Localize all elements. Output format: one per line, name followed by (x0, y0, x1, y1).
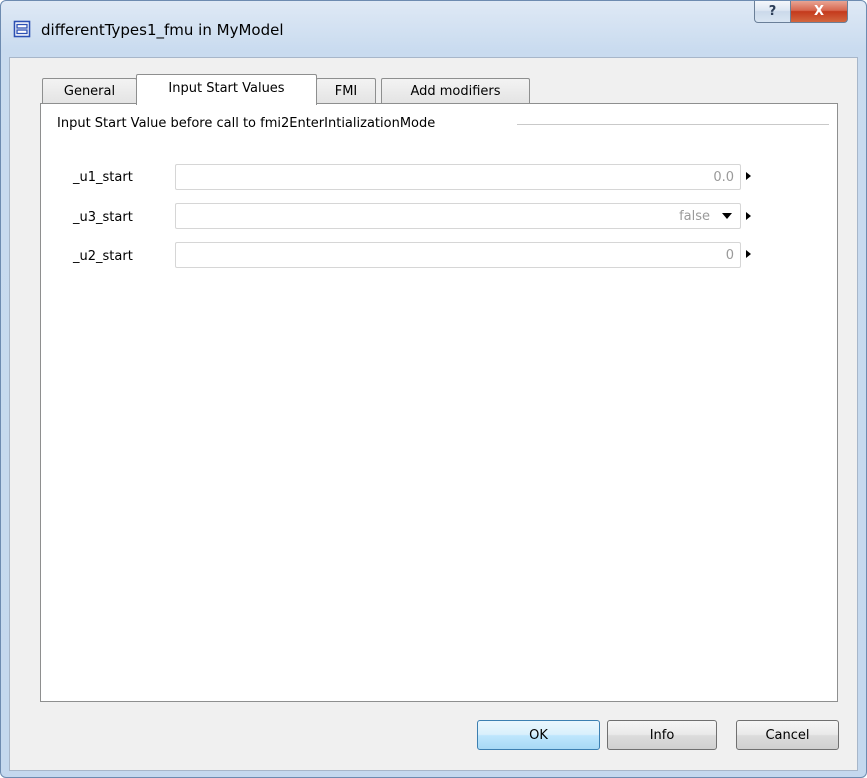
info-button-label: Info (649, 727, 675, 743)
close-button[interactable]: X (790, 1, 848, 23)
cancel-button[interactable]: Cancel (736, 720, 839, 750)
u2-start-input[interactable]: 0 (175, 242, 741, 268)
ok-button[interactable]: OK (477, 720, 600, 750)
u1-start-label: _u1_start (73, 170, 133, 185)
tab-label: General (63, 83, 116, 99)
cancel-button-label: Cancel (765, 727, 810, 743)
dialog-window: differentTypes1_fmu in MyModel ? X Gener… (0, 0, 867, 778)
u3-start-value: false (679, 208, 710, 224)
u1-start-menu-arrow-icon[interactable] (746, 172, 751, 180)
chevron-down-icon (722, 213, 732, 219)
u3-start-dropdown[interactable]: false (175, 203, 741, 229)
tab-label: Input Start Values (168, 81, 285, 96)
component-icon (13, 20, 31, 38)
tab-label: Add modifiers (410, 83, 501, 99)
tab-label: FMI (334, 83, 358, 99)
tab-bar: General Input Start Values FMI Add modif… (42, 74, 642, 105)
tab-input-start-values[interactable]: Input Start Values (136, 74, 317, 105)
tab-fmi[interactable]: FMI (316, 78, 376, 103)
dialog-body: General Input Start Values FMI Add modif… (9, 57, 858, 771)
u2-start-label: _u2_start (73, 249, 133, 264)
title-bar[interactable]: differentTypes1_fmu in MyModel ? X (1, 1, 866, 57)
u3-start-label: _u3_start (73, 210, 133, 225)
u2-start-menu-arrow-icon[interactable] (746, 250, 751, 258)
tab-panel: Input Start Value before call to fmi2Ent… (40, 103, 838, 702)
info-button[interactable]: Info (607, 720, 717, 750)
u2-start-value: 0 (725, 247, 734, 263)
window-title: differentTypes1_fmu in MyModel (41, 21, 284, 39)
tab-add-modifiers[interactable]: Add modifiers (381, 78, 530, 103)
u1-start-value: 0.0 (713, 169, 734, 185)
help-icon: ? (768, 4, 777, 19)
group-divider (517, 124, 829, 125)
help-button[interactable]: ? (754, 1, 791, 23)
u1-start-input[interactable]: 0.0 (175, 164, 741, 190)
group-title: Input Start Value before call to fmi2Ent… (57, 116, 440, 131)
tab-general[interactable]: General (42, 78, 137, 103)
u3-start-menu-arrow-icon[interactable] (746, 212, 751, 220)
close-icon: X (813, 4, 825, 19)
ok-button-label: OK (529, 727, 548, 743)
